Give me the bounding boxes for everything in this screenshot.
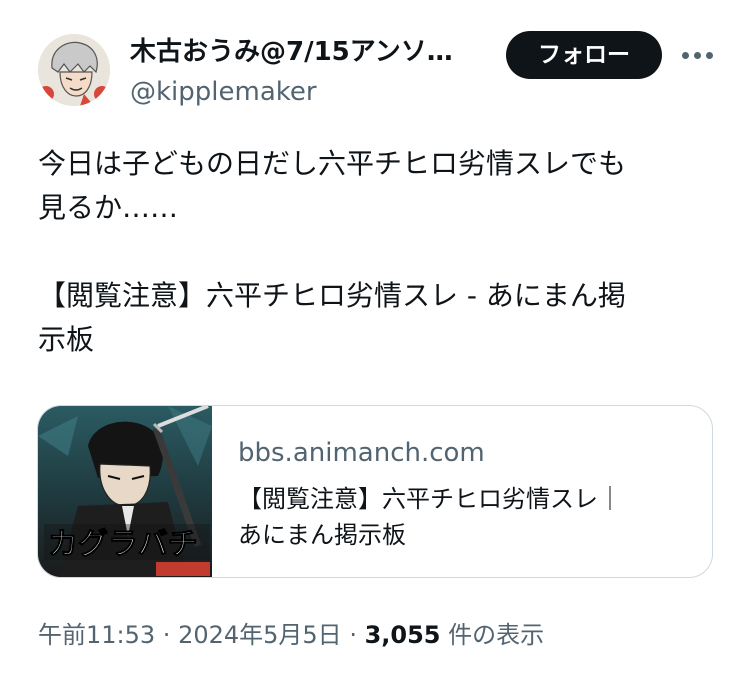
tweet-text-line: 【閲覧注意】六平チヒロ劣情スレ - あにまん掲	[38, 279, 626, 312]
user-handle[interactable]: @kipplemaker	[130, 76, 317, 108]
tweet: 木古おうみ@7/15アンソ… @kipplemaker フォロー 今日は子どもの…	[0, 0, 750, 673]
link-card-title: 【閲覧注意】六平チヒロ劣情スレ｜ あにまん掲示板	[238, 481, 698, 553]
separator: ·	[341, 621, 365, 649]
thumbnail-logo-text: カグラバチ	[48, 527, 198, 562]
views-count[interactable]: 3,055	[365, 621, 441, 649]
tweet-text-line: 見るか……	[38, 191, 179, 224]
link-card-thumbnail: カグラバチ	[38, 406, 212, 577]
avatar-illustration	[38, 34, 110, 106]
tweet-metadata: 午前11:53 · 2024年5月5日 · 3,055 件の表示	[38, 618, 544, 652]
avatar[interactable]	[38, 34, 110, 106]
link-preview-card[interactable]: カグラバチ bbs.animanch.com 【閲覧注意】六平チヒロ劣情スレ｜ …	[37, 405, 713, 578]
more-horizontal-icon[interactable]	[680, 42, 714, 68]
separator: ·	[155, 621, 179, 649]
tweet-date[interactable]: 2024年5月5日	[178, 621, 342, 649]
views-label: 件の表示	[440, 621, 545, 649]
follow-button[interactable]: フォロー	[506, 31, 662, 79]
link-card-title-line: あにまん掲示板	[238, 521, 406, 549]
link-card-domain: bbs.animanch.com	[238, 438, 485, 468]
tweet-text-line: 示板	[38, 323, 95, 356]
display-name[interactable]: 木古おうみ@7/15アンソ…	[130, 36, 480, 68]
tweet-text: 今日は子どもの日だし六平チヒロ劣情スレでも 見るか…… 【閲覧注意】六平チヒロ劣…	[38, 142, 718, 362]
tweet-text-line: 今日は子どもの日だし六平チヒロ劣情スレでも	[38, 147, 627, 180]
tweet-time[interactable]: 午前11:53	[38, 621, 155, 649]
link-card-title-line: 【閲覧注意】六平チヒロ劣情スレ｜	[238, 485, 622, 513]
